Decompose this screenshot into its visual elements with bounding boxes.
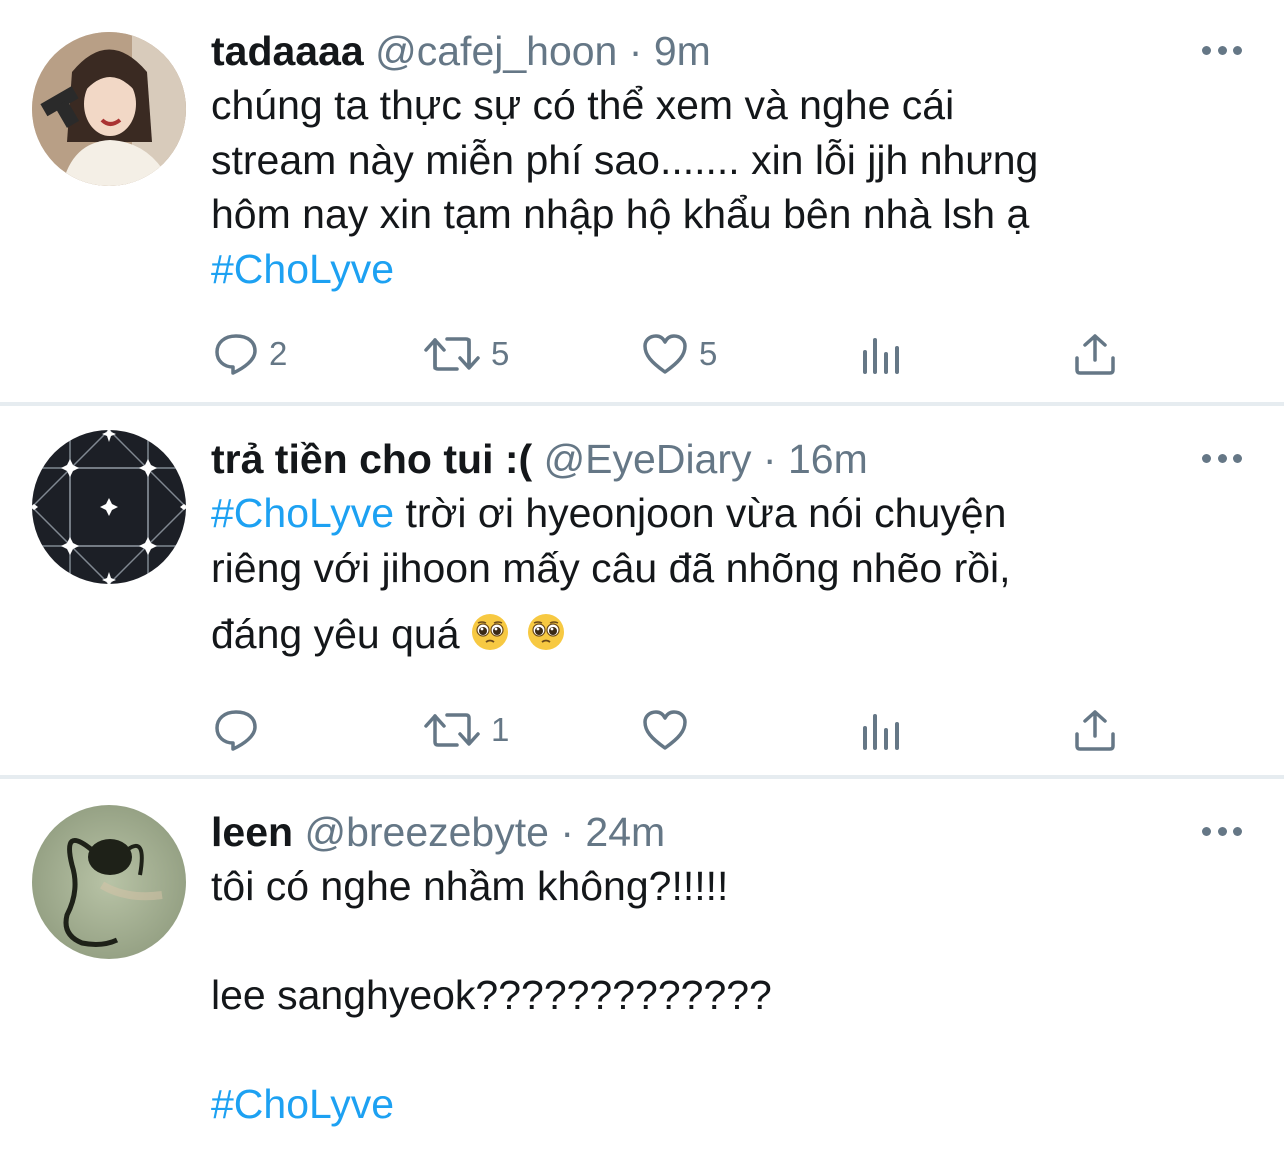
separator: ·	[560, 809, 574, 855]
analytics-button[interactable]	[861, 330, 901, 378]
text-line: tôi có nghe nhầm không?!!!!!	[211, 863, 729, 909]
like-button[interactable]: 5	[641, 330, 717, 378]
more-icon[interactable]	[1202, 821, 1242, 841]
tweet-content: trả tiền cho tui :( @EyeDiary · 16m #Cho…	[211, 432, 1204, 662]
analytics-icon	[863, 338, 899, 374]
user-handle[interactable]: @cafej_hoon	[375, 28, 617, 74]
reply-button[interactable]	[213, 706, 269, 754]
like-button[interactable]	[641, 706, 699, 754]
display-name[interactable]: tadaaaa	[211, 28, 364, 74]
tweet[interactable]: trả tiền cho tui :( @EyeDiary · 16m #Cho…	[0, 404, 1284, 777]
avatar[interactable]	[32, 32, 186, 186]
share-button[interactable]	[1073, 706, 1117, 754]
text-line: stream này miễn phí sao....... xin lỗi j…	[211, 136, 1039, 183]
reply-button[interactable]: 2	[213, 330, 287, 378]
share-icon	[1075, 710, 1115, 751]
like-icon	[643, 710, 687, 750]
text-line: lee sanghyeok?????????????	[211, 972, 772, 1018]
share-icon	[1075, 334, 1115, 375]
reply-icon	[215, 334, 257, 375]
text-line: riêng với jihoon mấy câu đã nhõng nhẽo r…	[211, 544, 1011, 591]
text-line: trời ơi hyeonjoon vừa nói chuyện	[394, 490, 1007, 536]
share-button[interactable]	[1073, 330, 1117, 378]
retweet-button[interactable]: 5	[423, 330, 509, 378]
like-count: 5	[699, 335, 718, 372]
tweet[interactable]: tadaaaa @cafej_hoon · 9m chúng ta thực s…	[0, 0, 1284, 404]
tweet-text: #ChoLyve trời ơi hyeonjoon vừa nói chuyệ…	[211, 486, 1204, 662]
pleading-face-emoji	[527, 614, 564, 650]
reply-count: 2	[269, 335, 288, 372]
like-icon	[643, 334, 687, 374]
hashtag-link[interactable]: #ChoLyve	[211, 1081, 394, 1127]
analytics-button[interactable]	[861, 706, 901, 754]
separator: ·	[762, 436, 777, 482]
retweet-button[interactable]: 1	[423, 706, 509, 754]
more-icon[interactable]	[1202, 40, 1242, 60]
more-icon[interactable]	[1202, 448, 1242, 468]
user-handle[interactable]: @EyeDiary	[544, 436, 752, 482]
reply-icon	[215, 710, 257, 751]
timestamp[interactable]: 24m	[585, 809, 665, 855]
timestamp[interactable]: 9m	[654, 28, 711, 74]
avatar[interactable]	[32, 430, 186, 584]
analytics-icon	[863, 714, 899, 750]
user-handle[interactable]: @breezebyte	[304, 809, 548, 855]
tweet-content: tadaaaa @cafej_hoon · 9m chúng ta thực s…	[211, 24, 1204, 296]
hashtag-link[interactable]: #ChoLyve	[211, 246, 394, 292]
retweet-icon	[424, 337, 480, 371]
text-line: hôm nay xin tạm nhập hộ khẩu bên nhà lsh…	[211, 191, 1030, 237]
separator: ·	[628, 28, 643, 74]
display-name[interactable]: trả tiền cho tui :(	[211, 436, 532, 482]
tweet-header: tadaaaa @cafej_hoon · 9m	[211, 24, 1204, 78]
tweet-text: tôi có nghe nhầm không?!!!!! lee sanghyeo…	[211, 859, 1204, 1132]
display-name[interactable]: leen	[211, 809, 293, 855]
tweet-content: leen @breezebyte · 24m tôi có nghe nhầm …	[211, 805, 1204, 1132]
hashtag-link[interactable]: #ChoLyve	[211, 490, 394, 536]
tweet-header: trả tiền cho tui :( @EyeDiary · 16m	[211, 432, 1204, 486]
avatar[interactable]	[32, 805, 186, 959]
text-line: đáng yêu quá	[211, 611, 460, 657]
tweet-header: leen @breezebyte · 24m	[211, 805, 1204, 859]
timestamp[interactable]: 16m	[788, 436, 868, 482]
retweet-icon	[424, 713, 480, 747]
tweet-text: chúng ta thực sự có thể xem và nghe cái s…	[211, 78, 1204, 296]
text-line: chúng ta thực sự có thể xem và nghe cái	[211, 82, 955, 128]
retweet-count: 1	[491, 711, 510, 748]
tweet[interactable]: leen @breezebyte · 24m tôi có nghe nhầm …	[0, 777, 1284, 1153]
pleading-face-emoji	[471, 614, 508, 650]
retweet-count: 5	[491, 335, 510, 372]
